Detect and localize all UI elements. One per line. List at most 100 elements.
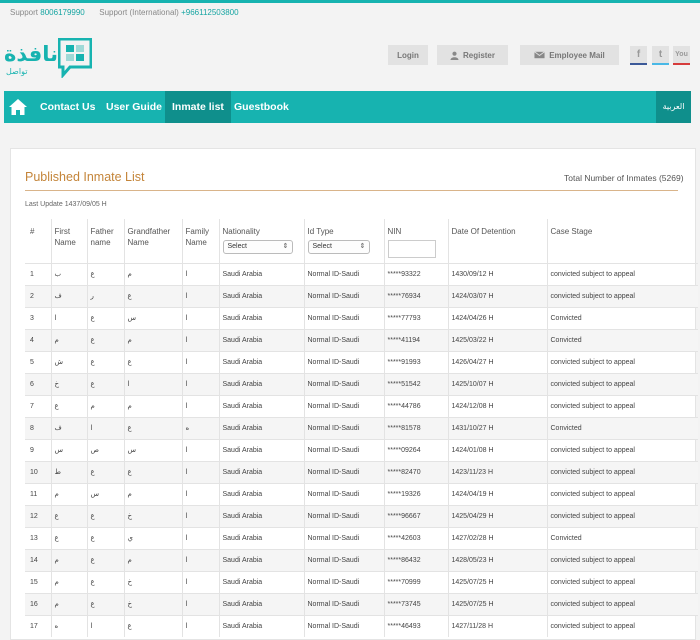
cell-nin: *****91993 <box>383 351 448 373</box>
youtube-icon[interactable]: You <box>673 46 690 65</box>
nin-filter-input[interactable] <box>387 240 436 258</box>
cell-grandfather-name: ع <box>123 615 182 637</box>
cell-id-type: Normal ID-Saudi <box>303 593 384 615</box>
cell-id-type: Normal ID-Saudi <box>303 329 384 351</box>
cell-index: 14 <box>25 549 51 571</box>
cell-nationality: Saudi Arabia <box>218 461 304 483</box>
facebook-icon[interactable]: f <box>630 46 647 65</box>
cell-date-of-detention: 1424/12/08 H <box>447 395 547 417</box>
cell-id-type: Normal ID-Saudi <box>303 263 384 285</box>
cell-nationality: Saudi Arabia <box>218 571 304 593</box>
cell-nin: *****96667 <box>383 505 448 527</box>
table-row: 5 ش ع ع ا Saudi Arabia Normal ID-Saudi *****919… <box>25 351 698 373</box>
twitter-icon[interactable]: t <box>652 46 669 65</box>
cell-id-type: Normal ID-Saudi <box>303 373 384 395</box>
cell-first-name: ش <box>50 351 87 373</box>
employee-mail-button[interactable]: Employee Mail <box>520 45 619 65</box>
table-row: 6 خ ع ا ا Saudi Arabia Normal ID-Saudi *****515… <box>25 373 698 395</box>
nav-inmate-list[interactable]: Inmate list <box>165 91 231 123</box>
login-label: Login <box>397 50 419 60</box>
col-index: # <box>30 227 35 236</box>
cell-date-of-detention: 1431/10/27 H <box>447 417 547 439</box>
nav-user-guide[interactable]: User Guide <box>99 91 169 123</box>
col-grandfather-name: Grandfather Name <box>123 219 182 263</box>
cell-date-of-detention: 1425/07/25 H <box>447 571 547 593</box>
cell-case-stage: convicted subject to appeal <box>546 549 698 571</box>
cell-nin: *****82470 <box>383 461 448 483</box>
nav-contact-us[interactable]: Contact Us <box>33 91 102 123</box>
cell-index: 16 <box>25 593 51 615</box>
cell-father-name: ع <box>86 307 124 329</box>
table-row: 11 م س م ا Saudi Arabia Normal ID-Saudi *****19… <box>25 483 698 505</box>
cell-date-of-detention: 1425/07/25 H <box>447 593 547 615</box>
cell-grandfather-name: ع <box>123 285 182 307</box>
cell-first-name: م <box>50 571 87 593</box>
site-logo[interactable]: نافذة تواصل <box>4 38 94 82</box>
col-first-name: First Name <box>50 219 87 263</box>
cell-first-name: س <box>50 439 87 461</box>
cell-grandfather-name: ع <box>123 351 182 373</box>
home-icon[interactable] <box>8 97 28 117</box>
support-info: Support 8006179990 Support (Internationa… <box>10 8 239 17</box>
col-date-of-detention: Date Of Detention <box>447 219 547 263</box>
cell-index: 7 <box>30 402 34 410</box>
cell-grandfather-name: ع <box>123 417 182 439</box>
cell-date-of-detention: 1425/04/29 H <box>447 505 547 527</box>
user-icon <box>450 51 459 60</box>
cell-id-type: Normal ID-Saudi <box>303 505 384 527</box>
cell-family-name: ا <box>181 329 219 351</box>
support-intl-phone[interactable]: +966112503800 <box>181 8 238 17</box>
login-button[interactable]: Login <box>388 45 428 65</box>
cell-grandfather-name: م <box>123 263 182 285</box>
language-switch[interactable]: العربية <box>656 91 691 123</box>
table-row: 8 ف ا ع ه Saudi Arabia Normal ID-Saudi *****815… <box>25 417 698 439</box>
cell-id-type: Normal ID-Saudi <box>303 483 384 505</box>
cell-case-stage: convicted subject to appeal <box>546 461 698 483</box>
cell-father-name: س <box>86 483 124 505</box>
col-nationality: Nationality Select ⇕ <box>218 219 304 263</box>
cell-grandfather-name: ا <box>123 373 182 395</box>
logo-mark-icon <box>58 38 92 78</box>
cell-family-name: ا <box>181 395 219 417</box>
table-row: 14 م ع م ا Saudi Arabia Normal ID-Saudi *****86… <box>25 549 698 571</box>
cell-nin: *****51542 <box>383 373 448 395</box>
col-case-stage: Case Stage <box>546 219 698 263</box>
nationality-select[interactable]: Select ⇕ <box>222 240 293 254</box>
total-inmates: Total Number of Inmates (5269) <box>564 173 684 183</box>
cell-id-type: Normal ID-Saudi <box>303 571 384 593</box>
cell-id-type: Normal ID-Saudi <box>303 461 384 483</box>
cell-nationality: Saudi Arabia <box>218 329 304 351</box>
cell-date-of-detention: 1424/04/19 H <box>447 483 547 505</box>
register-button[interactable]: Register <box>437 45 508 65</box>
cell-id-type: Normal ID-Saudi <box>303 527 384 549</box>
cell-father-name: ع <box>86 351 124 373</box>
cell-family-name: ا <box>181 351 219 373</box>
cell-case-stage: convicted subject to appeal <box>546 439 698 461</box>
cell-nin: *****86432 <box>383 549 448 571</box>
employee-mail-label: Employee Mail <box>549 50 605 60</box>
register-label: Register <box>462 50 495 60</box>
top-accent-line <box>0 0 700 3</box>
cell-nin: *****44786 <box>383 395 448 417</box>
cell-id-type: Normal ID-Saudi <box>303 351 384 373</box>
title-divider <box>25 190 678 191</box>
nin-header-label: NIN <box>387 227 402 236</box>
support-phone[interactable]: 8006179990 <box>40 8 85 17</box>
cell-nin: *****81578 <box>383 417 448 439</box>
table-row: 7 ع م م ا Saudi Arabia Normal ID-Saudi *****447… <box>25 395 698 417</box>
id-type-select[interactable]: Select ⇕ <box>307 240 370 254</box>
cell-nationality: Saudi Arabia <box>218 527 304 549</box>
nav-guestbook[interactable]: Guestbook <box>227 91 296 123</box>
cell-father-name: ع <box>86 461 124 483</box>
cell-nin: *****77793 <box>383 307 448 329</box>
inmate-table: # First Name Father name Grandfather Nam… <box>25 219 698 637</box>
cell-family-name: ا <box>181 439 219 461</box>
cell-first-name: ع <box>50 527 87 549</box>
cell-first-name: ع <box>50 505 87 527</box>
cell-family-name: ا <box>181 307 219 329</box>
cell-nin: *****42603 <box>383 527 448 549</box>
cell-date-of-detention: 1427/02/28 H <box>447 527 547 549</box>
cell-family-name: ا <box>181 593 219 615</box>
cell-index: 13 <box>30 534 38 542</box>
cell-nationality: Saudi Arabia <box>218 373 304 395</box>
